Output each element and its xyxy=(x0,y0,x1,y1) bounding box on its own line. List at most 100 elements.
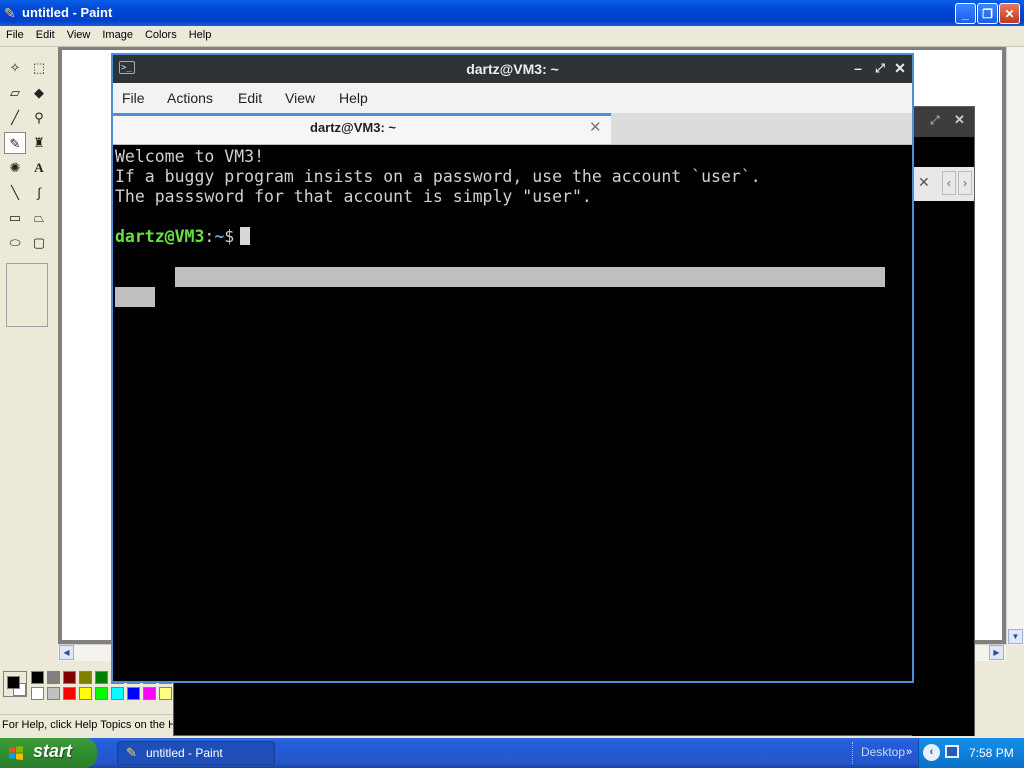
menu-colors[interactable]: Colors xyxy=(139,26,183,41)
terminal-menu-view[interactable]: View xyxy=(285,90,315,106)
current-colors-box xyxy=(3,671,27,697)
polygon-icon[interactable]: ⏢ xyxy=(28,207,50,229)
palette-swatch[interactable] xyxy=(159,687,172,700)
terminal-menu-edit[interactable]: Edit xyxy=(238,90,262,106)
tab-close-icon[interactable]: ✕ xyxy=(589,118,602,136)
brush-icon[interactable]: ♜ xyxy=(28,132,50,154)
terminal-menubar: File Actions Edit View Help xyxy=(113,83,912,113)
foreground-color-swatch xyxy=(7,676,20,689)
minimize-button[interactable]: _ xyxy=(955,3,976,24)
prompt-separator: : xyxy=(204,227,215,246)
pencil-icon[interactable]: ✎ xyxy=(4,132,26,154)
palette-swatch[interactable] xyxy=(95,687,108,700)
text-icon[interactable]: A xyxy=(28,157,50,179)
close-button[interactable]: ✕ xyxy=(999,3,1020,24)
line-icon[interactable]: ╲ xyxy=(4,182,26,204)
paint-titlebar[interactable]: ✎ untitled - Paint _ ❐ ✕ xyxy=(0,0,1024,26)
toolbar-chevron-icon[interactable]: » xyxy=(906,746,912,758)
terminal-tabbar: dartz@VM3: ~ ✕ xyxy=(113,113,912,145)
start-label: start xyxy=(33,741,73,761)
taskbar-item-paint[interactable]: ✎ untitled - Paint xyxy=(117,741,275,765)
terminal-tab-label: dartz@VM3: ~ xyxy=(310,120,396,135)
desktop-toolbar-label[interactable]: Desktop xyxy=(861,745,905,759)
palette-swatch[interactable] xyxy=(79,671,92,684)
paint-menubar: File Edit View Image Colors Help xyxy=(0,26,1024,47)
selection-highlight xyxy=(175,267,885,287)
tray-expand-icon[interactable]: ‹ xyxy=(923,744,940,761)
scroll-left-icon[interactable]: ◀ xyxy=(59,645,74,660)
color-picker-icon[interactable]: ╱ xyxy=(4,107,26,129)
prompt-symbol: $ xyxy=(224,227,235,246)
terminal-titlebar[interactable]: >_ dartz@VM3: ~ – ⤢ ✕ xyxy=(113,55,912,83)
terminal-line: The passsword for that account is simply… xyxy=(115,187,592,206)
terminal-menu-file[interactable]: File xyxy=(122,90,145,106)
clock[interactable]: 7:58 PM xyxy=(969,746,1014,760)
terminal-tab[interactable]: dartz@VM3: ~ ✕ xyxy=(113,113,611,144)
menu-help[interactable]: Help xyxy=(183,26,218,41)
toolbar-separator xyxy=(852,742,855,764)
terminal-window[interactable]: >_ dartz@VM3: ~ – ⤢ ✕ File Actions Edit … xyxy=(111,53,914,683)
palette-swatch[interactable] xyxy=(79,687,92,700)
palette-swatch[interactable] xyxy=(63,671,76,684)
paint-task-icon: ✎ xyxy=(126,745,137,760)
menu-edit[interactable]: Edit xyxy=(30,26,61,41)
background-terminal-body xyxy=(912,201,974,736)
fill-icon[interactable]: ◆ xyxy=(28,82,50,104)
prompt-path: ~ xyxy=(214,227,225,246)
windows-logo-icon xyxy=(9,746,23,760)
terminal-maximize-icon[interactable]: ⤢ xyxy=(871,58,889,78)
palette-swatch[interactable] xyxy=(127,687,140,700)
network-icon[interactable] xyxy=(945,745,959,758)
magnifier-icon[interactable]: ⚲ xyxy=(28,107,50,129)
palette-swatch[interactable] xyxy=(95,671,108,684)
scroll-down-icon[interactable]: ▼ xyxy=(1008,629,1023,644)
palette-swatch[interactable] xyxy=(31,671,44,684)
terminal-cursor xyxy=(240,227,251,245)
terminal-minimize-icon[interactable]: – xyxy=(849,58,867,78)
tab-scroll-left-icon[interactable]: ‹ xyxy=(942,171,956,195)
terminal-line: If a buggy program insists on a password… xyxy=(115,167,761,186)
palette-swatch[interactable] xyxy=(47,687,60,700)
paint-toolbox: ✧ ⬚ ▱ ◆ ╱ ⚲ ✎ ♜ ✺ A ╲ ∫ ▭ ⏢ ⬭ ▢ xyxy=(0,47,58,657)
taskbar: start ✎ untitled - Paint Desktop » ‹ 7:5… xyxy=(0,738,1024,768)
airbrush-icon[interactable]: ✺ xyxy=(4,157,26,179)
terminal-close-icon[interactable]: ✕ xyxy=(891,58,909,78)
palette-swatch[interactable] xyxy=(47,671,60,684)
restore-button[interactable]: ❐ xyxy=(977,3,998,24)
menu-view[interactable]: View xyxy=(61,26,97,41)
free-select-icon[interactable]: ✧ xyxy=(4,57,26,79)
selection-highlight xyxy=(115,287,155,307)
terminal-menu-actions[interactable]: Actions xyxy=(167,90,213,106)
start-button[interactable]: start xyxy=(0,738,97,768)
tab-scroll-right-icon[interactable]: › xyxy=(958,171,972,195)
background-terminal-tabstrip: ✕ ‹ › xyxy=(912,167,974,201)
ellipse-icon[interactable]: ⬭ xyxy=(4,232,26,254)
menu-file[interactable]: File xyxy=(0,26,30,41)
prompt-user-host: dartz@VM3 xyxy=(115,227,205,246)
rounded-rect-icon[interactable]: ▢ xyxy=(28,232,50,254)
bg-terminal-maximize-icon[interactable]: ⤢ xyxy=(930,113,940,128)
scroll-right-icon[interactable]: ▶ xyxy=(989,645,1004,660)
palette-swatch[interactable] xyxy=(63,687,76,700)
paint-status-bar: For Help, click Help Topics on the Help … xyxy=(0,714,182,737)
terminal-menu-help[interactable]: Help xyxy=(339,90,368,106)
palette-swatch[interactable] xyxy=(31,687,44,700)
terminal-window-title: dartz@VM3: ~ xyxy=(466,61,559,77)
tool-options-box[interactable] xyxy=(6,263,48,327)
terminal-prompt: dartz@VM3:~$ xyxy=(115,227,251,247)
paint-app-icon: ✎ xyxy=(4,5,16,21)
rectangle-icon[interactable]: ▭ xyxy=(4,207,26,229)
palette-swatch[interactable] xyxy=(111,687,124,700)
curve-icon[interactable]: ∫ xyxy=(28,182,50,204)
terminal-line: Welcome to VM3! xyxy=(115,147,265,166)
system-tray: ‹ 7:58 PM xyxy=(918,738,1024,768)
eraser-icon[interactable]: ▱ xyxy=(4,82,26,104)
bg-terminal-close-icon[interactable]: ✕ xyxy=(954,112,965,128)
menu-image[interactable]: Image xyxy=(96,26,139,41)
palette-swatch[interactable] xyxy=(143,687,156,700)
rect-select-icon[interactable]: ⬚ xyxy=(28,57,50,79)
bg-tab-close-icon[interactable]: ✕ xyxy=(918,174,930,191)
paint-window-title: untitled - Paint xyxy=(22,5,113,20)
paint-vertical-scrollbar[interactable]: ▼ xyxy=(1006,47,1024,645)
terminal-output[interactable]: Welcome to VM3! If a buggy program insis… xyxy=(113,146,912,681)
